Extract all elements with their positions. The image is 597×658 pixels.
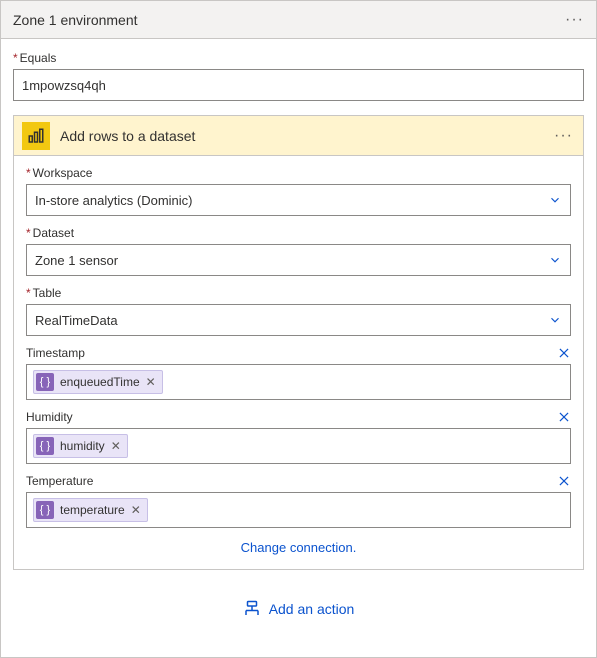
powerbi-icon [22, 122, 50, 150]
workspace-field: Workspace In-store analytics (Dominic) [26, 166, 571, 216]
table-label: Table [26, 286, 571, 300]
equals-input[interactable] [13, 69, 584, 101]
dynamic-token[interactable]: { } temperature ✕ [33, 498, 148, 522]
add-action-label: Add an action [269, 601, 355, 617]
chevron-down-icon [548, 313, 562, 327]
token-field: Humidity { } humidity ✕ [26, 410, 571, 464]
token-remove-button[interactable]: ✕ [111, 439, 121, 453]
workspace-value: In-store analytics (Dominic) [35, 193, 193, 208]
token-field-label: Timestamp [26, 346, 85, 360]
dataset-field: Dataset Zone 1 sensor [26, 226, 571, 276]
token-field-label: Humidity [26, 410, 73, 424]
token-field-label: Temperature [26, 474, 93, 488]
workspace-dropdown[interactable]: In-store analytics (Dominic) [26, 184, 571, 216]
card-title: Zone 1 environment [13, 12, 138, 28]
add-action-button[interactable]: Add an action [243, 600, 355, 618]
token-remove-button[interactable]: ✕ [146, 375, 156, 389]
action-header[interactable]: Add rows to a dataset ··· [14, 116, 583, 156]
token-field: Temperature { } temperature ✕ [26, 474, 571, 528]
dynamic-token[interactable]: { } humidity ✕ [33, 434, 128, 458]
table-field: Table RealTimeData [26, 286, 571, 336]
change-connection-link[interactable]: Change connection. [241, 540, 357, 555]
equals-label: Equals [13, 51, 584, 65]
table-value: RealTimeData [35, 313, 118, 328]
expression-icon: { } [36, 437, 54, 455]
remove-field-button[interactable] [557, 410, 571, 424]
workspace-label: Workspace [26, 166, 571, 180]
dynamic-token[interactable]: { } enqueuedTime ✕ [33, 370, 163, 394]
card-body: Equals Add rows to a dataset ··· [1, 39, 596, 657]
token-input[interactable]: { } enqueuedTime ✕ [26, 364, 571, 400]
token-label: humidity [60, 439, 105, 453]
remove-field-button[interactable] [557, 346, 571, 360]
token-input[interactable]: { } temperature ✕ [26, 492, 571, 528]
add-action-icon [243, 600, 261, 618]
action-more-button[interactable]: ··· [554, 128, 573, 144]
token-remove-button[interactable]: ✕ [131, 503, 141, 517]
action-card: Add rows to a dataset ··· Workspace In-s… [13, 115, 584, 570]
token-label: temperature [60, 503, 125, 517]
dataset-label: Dataset [26, 226, 571, 240]
card-header: Zone 1 environment ··· [1, 1, 596, 39]
chevron-down-icon [548, 253, 562, 267]
zone-environment-card: Zone 1 environment ··· Equals Add rows t… [0, 0, 597, 658]
expression-icon: { } [36, 501, 54, 519]
equals-field: Equals [13, 51, 584, 101]
dataset-value: Zone 1 sensor [35, 253, 118, 268]
expression-icon: { } [36, 373, 54, 391]
chevron-down-icon [548, 193, 562, 207]
remove-field-button[interactable] [557, 474, 571, 488]
token-fields: Timestamp { } enqueuedTime ✕ Humidity { } humi… [26, 346, 571, 528]
add-action-wrap: Add an action [13, 570, 584, 641]
action-body: Workspace In-store analytics (Dominic) D… [14, 156, 583, 569]
dataset-dropdown[interactable]: Zone 1 sensor [26, 244, 571, 276]
token-field: Timestamp { } enqueuedTime ✕ [26, 346, 571, 400]
token-label: enqueuedTime [60, 375, 140, 389]
change-connection-wrap: Change connection. [26, 540, 571, 555]
action-title: Add rows to a dataset [60, 128, 554, 144]
table-dropdown[interactable]: RealTimeData [26, 304, 571, 336]
token-input[interactable]: { } humidity ✕ [26, 428, 571, 464]
card-more-button[interactable]: ··· [565, 12, 584, 28]
